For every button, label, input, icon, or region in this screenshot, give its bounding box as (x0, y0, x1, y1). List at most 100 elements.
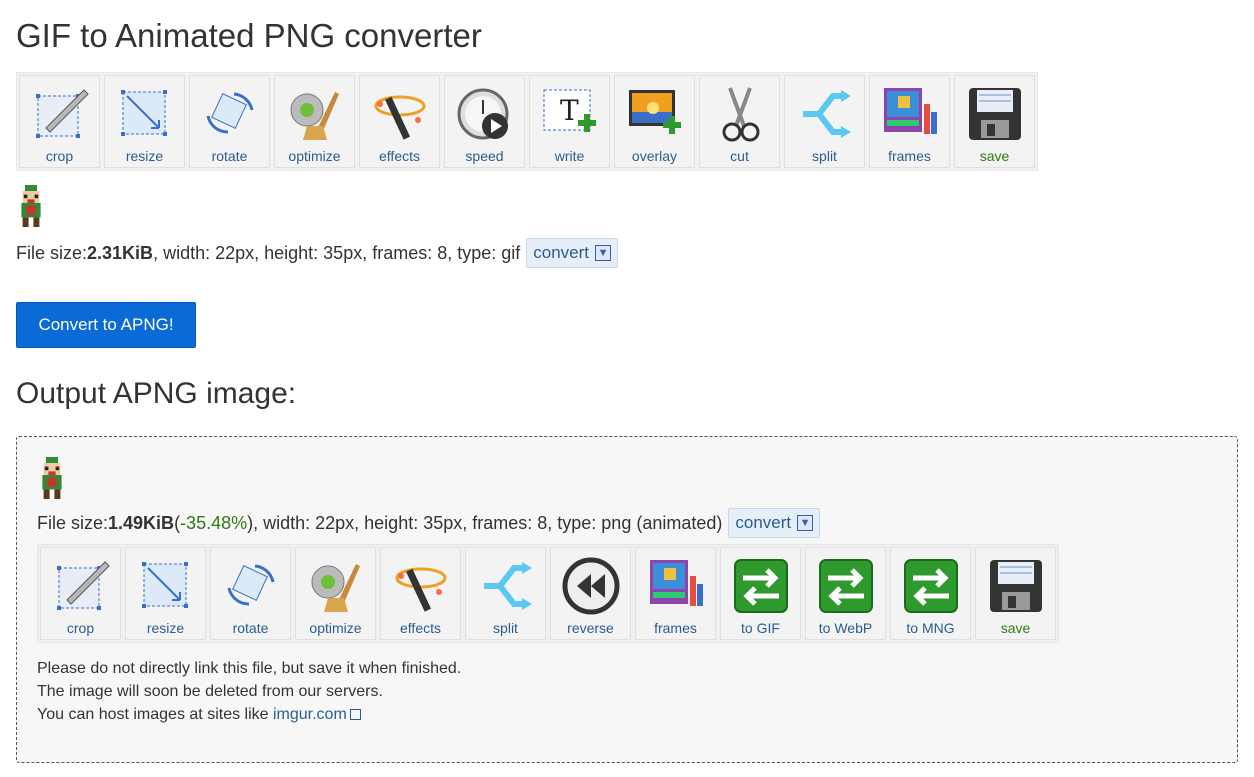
tool-label: split (493, 620, 518, 636)
tool-label: rotate (232, 620, 269, 636)
tool-label: cut (730, 148, 749, 164)
size-change-percent: -35.48% (180, 512, 248, 533)
save-icon (989, 560, 1042, 612)
page: GIF to Animated PNG converter crop resize… (0, 0, 1254, 763)
tool-reverse-button[interactable]: reverse (550, 547, 631, 640)
tool-effects-button[interactable]: effects (359, 75, 440, 168)
convert-to-apng-button[interactable]: Convert to APNG! (16, 302, 196, 348)
external-link-icon (349, 709, 361, 720)
split-icon (802, 90, 851, 138)
tool-effects-button[interactable]: effects (380, 547, 461, 640)
tool-label: crop (45, 148, 74, 164)
tool-label: rotate (211, 148, 248, 164)
frames-icon (883, 88, 937, 134)
tool-save-button[interactable]: save (954, 75, 1035, 168)
tool-save-button[interactable]: save (975, 547, 1056, 640)
save-icon (968, 88, 1021, 140)
notice-line-2: The image will soon be deleted from our … (37, 683, 383, 700)
input-gif-preview (21, 185, 41, 227)
tool-label: effects (379, 148, 420, 164)
tool-crop-button[interactable]: crop (19, 75, 100, 168)
tool-write-button[interactable]: Twrite (529, 75, 610, 168)
notice-line-3: You can host images at sites like imgur.… (37, 703, 1217, 726)
crop-icon (35, 89, 89, 138)
tool-label: split (812, 148, 837, 164)
download-icon: ▼ (595, 245, 612, 261)
tool-label: effects (400, 620, 441, 636)
tool-label: frames (654, 620, 697, 636)
tool-label: speed (465, 148, 504, 164)
tool-resize-button[interactable]: resize (125, 547, 206, 640)
convert-label: convert (533, 243, 590, 262)
tool-label: to MNG (906, 620, 955, 636)
output-apng-preview (42, 457, 62, 499)
output-toolbar: crop resize rotate optimize effects split reve… (37, 544, 1059, 643)
resize-icon (120, 90, 167, 136)
tool-frames-button[interactable]: frames (869, 75, 950, 168)
tool-speed-button[interactable]: speed (444, 75, 525, 168)
convert-label: convert (735, 513, 792, 532)
frames-icon (649, 560, 703, 606)
effects-icon (395, 567, 446, 612)
to-mng-icon (903, 559, 958, 613)
tool-cut-button[interactable]: cut (699, 75, 780, 168)
output-heading: Output APNG image: (16, 377, 297, 410)
rotate-icon (206, 92, 253, 134)
tool-crop-button[interactable]: crop (40, 547, 121, 640)
tool-frames-button[interactable]: frames (635, 547, 716, 640)
tool-label: crop (66, 620, 95, 636)
effects-icon (374, 95, 425, 140)
file-size-label: File size: (16, 242, 88, 263)
tool-to-gif-button[interactable]: to GIF (720, 547, 801, 640)
notice-text: Please do not directly link this file, b… (37, 657, 1217, 726)
output-file-info: File size: 1.49KiB ( -35.48% ), width: 2… (37, 508, 1217, 538)
notice-line-1: Please do not directly link this file, b… (37, 660, 462, 677)
svg-text:T: T (560, 94, 579, 127)
tool-to-webp-button[interactable]: to WebP (805, 547, 886, 640)
tool-label: to GIF (741, 620, 780, 636)
file-details: , width: 22px, height: 35px, frames: 8, … (153, 242, 521, 263)
notice-line-3-text: You can host images at sites like (37, 706, 273, 723)
tool-split-button[interactable]: split (784, 75, 865, 168)
rotate-icon (227, 564, 274, 606)
split-icon (483, 562, 532, 610)
optimize-icon (290, 92, 339, 140)
tool-overlay-button[interactable]: overlay (614, 75, 695, 168)
tool-label: resize (146, 620, 185, 636)
write-icon: T (543, 89, 596, 132)
tool-label: optimize (309, 620, 362, 636)
crop-icon (56, 561, 110, 610)
input-toolbar: crop resize rotate optimize effects speed Twri… (16, 72, 1038, 171)
resize-icon (141, 562, 188, 608)
to-webp-icon (818, 559, 873, 613)
tool-label: frames (888, 148, 931, 164)
tool-label: optimize (288, 148, 341, 164)
imgur-link[interactable]: imgur.com (273, 706, 347, 723)
tool-label: resize (125, 148, 164, 164)
tool-optimize-button[interactable]: optimize (295, 547, 376, 640)
tool-label: save (979, 148, 1010, 164)
tool-split-button[interactable]: split (465, 547, 546, 640)
tool-to-mng-button[interactable]: to MNG (890, 547, 971, 640)
tool-label: to WebP (818, 620, 873, 636)
file-details: ), width: 22px, height: 35px, frames: 8,… (247, 512, 723, 533)
tool-label: save (1000, 620, 1031, 636)
reverse-icon (562, 557, 619, 615)
speed-icon (457, 88, 508, 140)
output-convert-link[interactable]: convert ▼ (728, 508, 821, 538)
tool-label: write (554, 148, 585, 164)
tool-rotate-button[interactable]: rotate (189, 75, 270, 168)
file-size-label: File size: (37, 512, 109, 533)
tool-rotate-button[interactable]: rotate (210, 547, 291, 640)
output-panel: File size: 1.49KiB ( -35.48% ), width: 2… (16, 436, 1238, 763)
download-icon: ▼ (797, 515, 814, 531)
to-gif-icon (733, 559, 788, 613)
input-convert-link[interactable]: convert ▼ (526, 238, 619, 268)
file-size-value: 2.31KiB (87, 242, 154, 263)
file-size-value: 1.49KiB (108, 512, 175, 533)
overlay-icon (628, 90, 681, 134)
tool-label: overlay (631, 148, 678, 164)
tool-label: reverse (567, 620, 614, 636)
tool-resize-button[interactable]: resize (104, 75, 185, 168)
tool-optimize-button[interactable]: optimize (274, 75, 355, 168)
